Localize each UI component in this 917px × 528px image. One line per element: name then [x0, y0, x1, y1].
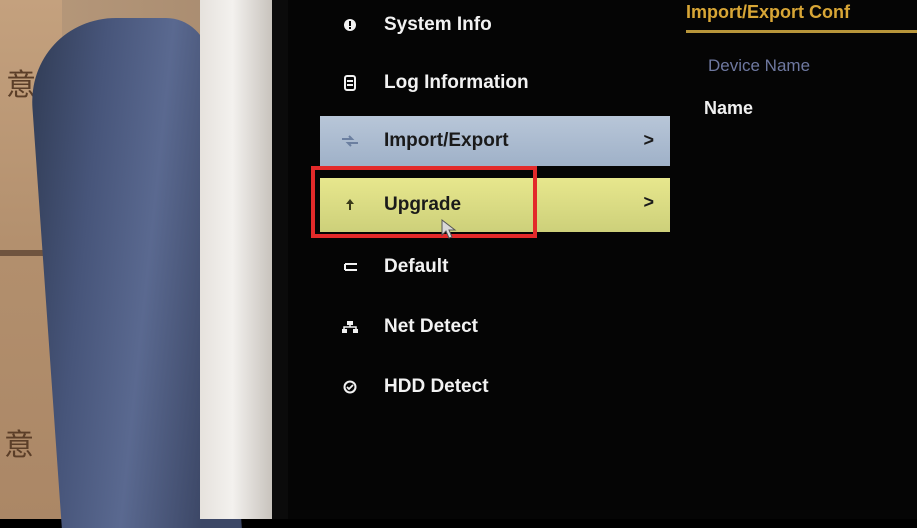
menu-item-net-detect[interactable]: Net Detect: [320, 302, 670, 352]
import-export-icon: [338, 129, 362, 153]
default-icon: [338, 255, 362, 279]
menu-item-system-info[interactable]: System Info: [320, 0, 670, 50]
menu-item-hdd-detect[interactable]: HDD Detect: [320, 362, 670, 412]
monitor-bezel-edge: [272, 0, 288, 519]
mouse-cursor-icon: [440, 218, 460, 240]
menu-item-label: HDD Detect: [384, 376, 489, 397]
log-icon: [338, 71, 362, 95]
menu-item-label: Import/Export: [384, 130, 509, 151]
box-character-bottom: 意: [4, 428, 34, 463]
monitor-bezel: [200, 0, 272, 519]
menu-item-label: Net Detect: [384, 316, 478, 337]
menu-item-log-information[interactable]: Log Information: [320, 58, 670, 108]
maintenance-menu: System Info Log Information Import/Expor…: [306, 0, 681, 519]
hdd-detect-icon: [338, 375, 362, 399]
menu-item-label: Log Information: [384, 72, 529, 93]
menu-item-import-export[interactable]: Import/Export >: [320, 116, 670, 166]
panel-title: Import/Export Conf: [686, 2, 850, 22]
menu-item-label: System Info: [384, 14, 492, 35]
menu-item-label: Default: [384, 256, 449, 277]
annotation-highlight-box: [311, 166, 537, 238]
device-name-label: Device Name: [708, 56, 811, 75]
chevron-right-icon: >: [643, 192, 654, 212]
info-icon: [338, 13, 362, 37]
menu-item-default[interactable]: Default: [320, 242, 670, 292]
net-detect-icon: [338, 315, 362, 339]
chevron-right-icon: >: [643, 130, 654, 150]
name-label: Name: [704, 98, 754, 118]
panel-title-underline: [686, 30, 917, 33]
